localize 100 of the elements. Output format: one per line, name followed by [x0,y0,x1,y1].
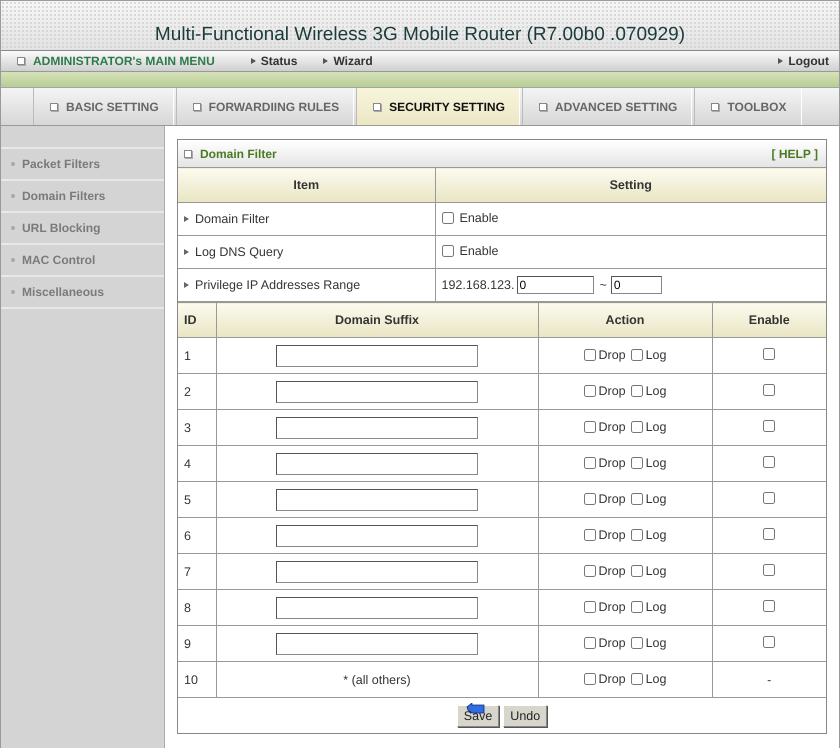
drop-checkbox[interactable] [584,636,596,648]
bullet-icon [11,226,15,230]
square-bullet-icon [373,102,382,110]
log-checkbox[interactable] [630,600,643,612]
triangle-icon [250,58,256,64]
checkbox-label: Drop [598,564,626,578]
column-header: Enable [712,302,826,338]
log-checkbox[interactable] [630,528,643,540]
ip-field[interactable]: 0 [610,276,662,294]
table-cell: 2 [178,374,216,410]
window-title: Multi-Functional Wireless 3G Mobile Router (R7.00b0 .070929) [154,24,686,46]
domain-suffix-field[interactable] [276,524,478,546]
checkbox-label: Log [646,672,666,686]
sidebar-item[interactable]: MAC Control [1,243,164,275]
menu-link[interactable]: Wizard [323,54,373,68]
domain-suffix-field[interactable] [276,632,478,654]
square-bullet-icon [538,102,547,110]
checkbox-label: Log [646,420,666,434]
square-bullet-icon [17,57,25,65]
log-checkbox[interactable] [630,636,643,648]
nav-tab[interactable]: TOOLBOX [694,88,802,125]
ip-field[interactable]: 0 [516,276,594,294]
help-link[interactable]: [ HELP ] [772,146,818,160]
main-menu-title: ADMINISTRATOR's MAIN MENU [33,54,215,68]
domain-suffix-field[interactable] [276,344,478,366]
checkbox-label: Drop [598,636,626,650]
menu-link[interactable]: Status [250,54,298,68]
checkbox-label: Log [646,492,666,506]
checkbox[interactable] [442,212,454,224]
table-cell: 6 [178,518,216,554]
enable-checkbox[interactable] [763,528,776,540]
checkbox[interactable] [442,245,454,257]
drop-checkbox[interactable] [584,384,596,396]
bullet-icon [11,162,15,166]
nav-tab[interactable]: SECURITY SETTING [356,88,520,125]
table-cell: 3 [178,410,216,446]
checkbox-label: Drop [598,384,626,398]
domain-suffix-field[interactable] [276,488,478,510]
table-cell: 5 [178,482,216,518]
enable-checkbox[interactable] [763,384,776,396]
domain-suffix-field[interactable] [276,452,478,474]
enable-checkbox[interactable] [763,420,776,432]
panel-title: Domain Filter [200,146,277,160]
triangle-icon [323,58,328,64]
empty-mark: - [767,672,772,686]
log-checkbox[interactable] [630,456,643,468]
checkbox-label: Enable [460,244,498,258]
drop-checkbox[interactable] [584,600,596,612]
enable-checkbox[interactable] [763,492,776,504]
checkbox-label: Drop [598,492,626,506]
checkbox-label: Drop [598,600,626,614]
domain-suffix-field[interactable] [276,596,478,618]
setting-label: Domain Filter [195,212,270,226]
column-header: Item [178,168,435,202]
checkbox-label: Drop [598,348,626,362]
square-bullet-icon [711,102,720,110]
enable-checkbox[interactable] [763,636,776,648]
sidebar-item[interactable]: Packet Filters [1,147,164,179]
nav-tab[interactable]: BASIC SETTING [33,88,174,125]
checkbox-label: Log [646,384,666,398]
log-checkbox[interactable] [630,564,643,576]
log-checkbox[interactable] [630,384,643,396]
drop-checkbox[interactable] [584,420,596,432]
domain-suffix-field[interactable] [276,560,478,582]
table-cell: 10 [178,662,216,698]
checkbox-label: Log [646,456,666,470]
setting-label: Log DNS Query [195,245,284,259]
table-cell: 7 [178,554,216,590]
sidebar-item[interactable]: Domain Filters [1,179,164,211]
enable-checkbox[interactable] [763,600,776,612]
checkbox-label: Log [646,348,666,362]
domain-suffix-field[interactable] [276,416,478,438]
column-header: Domain Suffix [216,302,538,338]
log-checkbox[interactable] [630,672,643,684]
drop-checkbox[interactable] [584,528,596,540]
sidebar-item[interactable]: URL Blocking [1,211,164,243]
logout-link[interactable]: Logout [778,54,829,68]
domain-suffix-field[interactable] [276,380,478,402]
checkbox-label: Drop [598,420,626,434]
drop-checkbox[interactable] [584,564,596,576]
undo-button[interactable]: Undo [503,704,548,726]
table-cell: 9 [178,626,216,662]
log-checkbox[interactable] [630,492,643,504]
sidebar-item[interactable]: Miscellaneous [1,275,164,309]
checkbox-label: Drop [598,456,626,470]
drop-checkbox[interactable] [584,492,596,504]
bullet-icon [11,194,15,198]
drop-checkbox[interactable] [584,672,596,684]
nav-tab[interactable]: ADVANCED SETTING [522,88,692,125]
enable-checkbox[interactable] [763,348,776,360]
checkbox-label: Drop [598,528,626,542]
enable-checkbox[interactable] [763,456,776,468]
drop-checkbox[interactable] [584,456,596,468]
drop-checkbox[interactable] [584,348,596,360]
enable-checkbox[interactable] [763,564,776,576]
ip-prefix: 192.168.123. [442,278,514,292]
domain-suffix-text: * (all others) [343,672,411,686]
log-checkbox[interactable] [630,420,643,432]
nav-tab[interactable]: FORWARDIING RULES [176,88,354,125]
log-checkbox[interactable] [630,348,643,360]
